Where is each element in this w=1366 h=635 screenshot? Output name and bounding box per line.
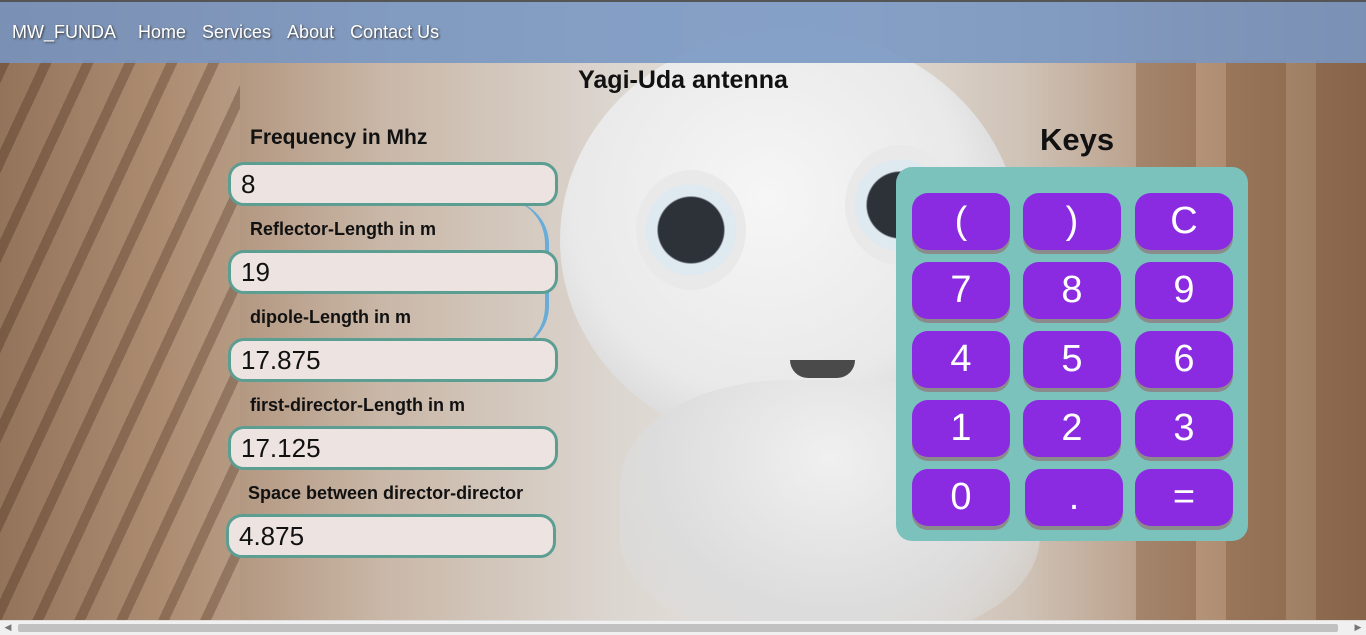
key-4[interactable]: 4	[912, 331, 1010, 388]
key-8[interactable]: 8	[1023, 262, 1121, 319]
director-spacing-input[interactable]	[226, 514, 556, 558]
key-2[interactable]: 2	[1023, 400, 1121, 457]
scrollbar-thumb[interactable]	[18, 624, 1338, 632]
reflector-length-input[interactable]	[228, 250, 558, 294]
robot-left-eye	[636, 170, 746, 290]
key-close-paren[interactable]: )	[1023, 193, 1121, 250]
first-director-length-input[interactable]	[228, 426, 558, 470]
key-9[interactable]: 9	[1135, 262, 1233, 319]
scroll-left-icon[interactable]: ◀	[0, 621, 16, 635]
key-3[interactable]: 3	[1135, 400, 1233, 457]
keypad-panel: ( ) C 7 8 9 4 5 6 1 2 3 0 . =	[896, 167, 1248, 541]
page-title: Yagi-Uda antenna	[578, 66, 788, 94]
navbar: MW_FUNDA Home Services About Contact Us	[0, 0, 1366, 63]
frequency-label: Frequency in Mhz	[250, 126, 428, 149]
background-window-slats	[0, 60, 240, 620]
horizontal-scrollbar[interactable]: ◀ ▶	[0, 620, 1366, 635]
nav-link-home[interactable]: Home	[138, 22, 186, 43]
first-director-length-label: first-director-Length in m	[250, 395, 465, 415]
director-spacing-label: Space between director-director	[248, 483, 524, 503]
key-0[interactable]: 0	[912, 469, 1010, 526]
nav-link-about[interactable]: About	[287, 22, 334, 43]
frequency-input[interactable]	[228, 162, 558, 206]
robot-mouth	[790, 360, 855, 378]
dipole-length-label: dipole-Length in m	[250, 307, 411, 327]
key-7[interactable]: 7	[912, 262, 1010, 319]
key-clear[interactable]: C	[1135, 193, 1233, 250]
key-1[interactable]: 1	[912, 400, 1010, 457]
brand-logo[interactable]: MW_FUNDA	[12, 22, 116, 43]
key-open-paren[interactable]: (	[912, 193, 1010, 250]
nav-link-contact-us[interactable]: Contact Us	[350, 22, 439, 43]
dipole-length-input[interactable]	[228, 338, 558, 382]
key-6[interactable]: 6	[1135, 331, 1233, 388]
key-5[interactable]: 5	[1023, 331, 1121, 388]
keys-title: Keys	[1040, 122, 1115, 157]
key-equals[interactable]: =	[1135, 469, 1233, 526]
key-decimal[interactable]: .	[1025, 469, 1123, 526]
reflector-length-label: Reflector-Length in m	[250, 219, 437, 239]
scroll-right-icon[interactable]: ▶	[1350, 621, 1366, 635]
nav-link-services[interactable]: Services	[202, 22, 271, 43]
